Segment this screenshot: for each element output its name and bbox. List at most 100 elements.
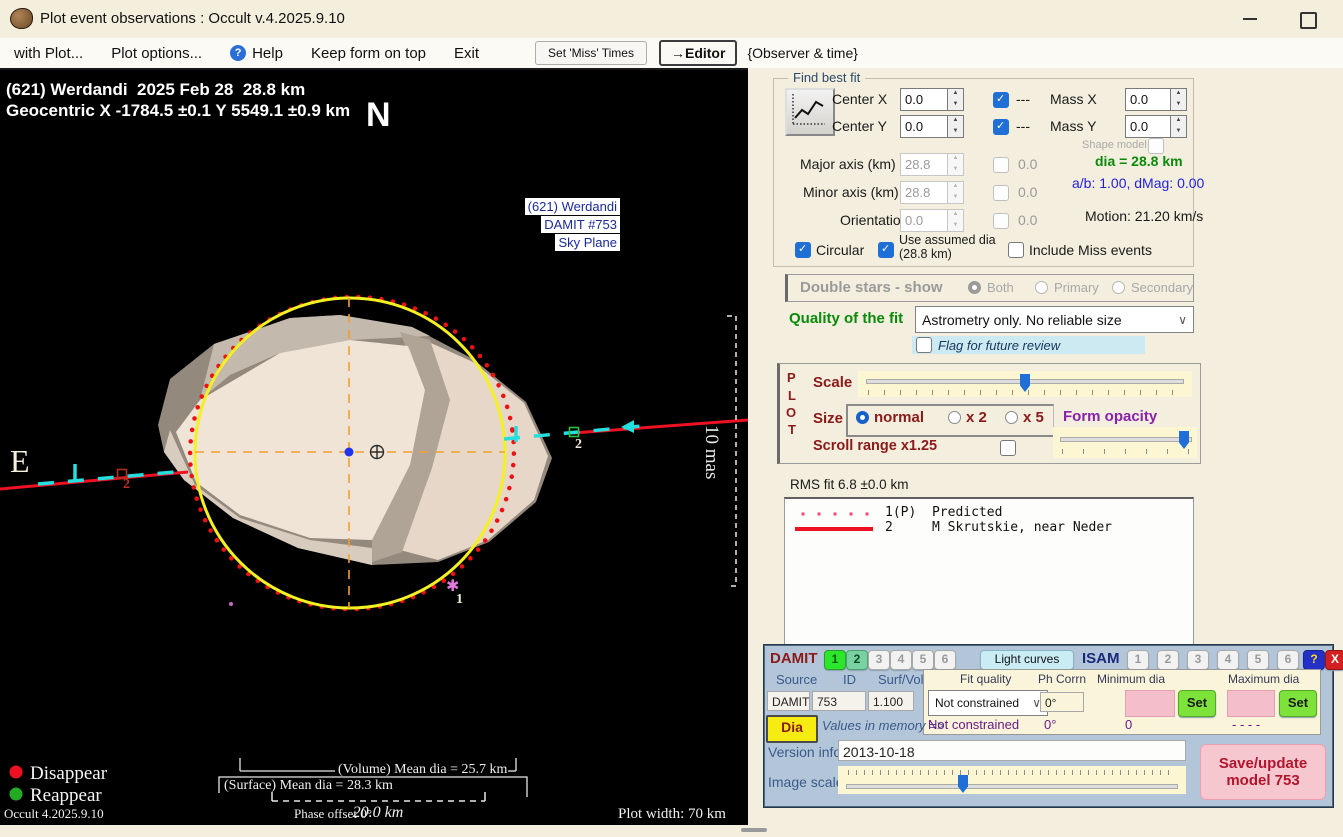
scale-slider[interactable] bbox=[858, 371, 1192, 397]
observation-row-1[interactable]: 1(P) Predicted bbox=[885, 505, 1002, 520]
isam-tab-1[interactable]: 1 bbox=[1127, 650, 1149, 670]
minimum-dia-swatch[interactable] bbox=[1125, 690, 1175, 717]
spin-down-icon[interactable] bbox=[948, 165, 963, 176]
damit-tab-4[interactable]: 4 bbox=[890, 650, 912, 670]
mass-x-spinner[interactable]: 0.0 bbox=[1125, 88, 1187, 111]
set-minimum-button[interactable]: Set bbox=[1178, 690, 1216, 717]
ph-corrn-field[interactable]: 0° bbox=[1040, 692, 1084, 712]
plot-letter-l: L bbox=[788, 388, 796, 403]
editor-button[interactable]: →Editor bbox=[659, 40, 737, 66]
center-y-checkbox[interactable] bbox=[993, 119, 1009, 135]
menu-keep-on-top[interactable]: Keep form on top bbox=[311, 45, 426, 62]
menu-plot-options[interactable]: Plot options... bbox=[111, 45, 202, 62]
isam-tab-3[interactable]: 3 bbox=[1187, 650, 1209, 670]
use-assumed-dia-checkbox[interactable] bbox=[878, 242, 894, 258]
size-normal-radio[interactable] bbox=[856, 411, 869, 424]
form-opacity-slider-thumb[interactable] bbox=[1179, 431, 1189, 449]
spin-down-icon[interactable] bbox=[1171, 100, 1186, 111]
damit-tab-2[interactable]: 2 bbox=[846, 650, 868, 670]
minor-axis-spinner[interactable]: 28.8 bbox=[900, 181, 964, 204]
spin-down-icon[interactable] bbox=[948, 127, 963, 138]
center-y-spinner[interactable]: 0.0 bbox=[900, 115, 964, 138]
center-x-dash: --- bbox=[1016, 91, 1030, 107]
spin-up-icon[interactable] bbox=[948, 89, 963, 100]
source-field[interactable]: DAMIT bbox=[767, 691, 810, 711]
version-info-field[interactable]: 2013-10-18 bbox=[838, 740, 1186, 761]
resize-grip[interactable] bbox=[741, 828, 767, 832]
plot-width-label: Plot width: 70 km bbox=[618, 806, 726, 822]
quality-dropdown[interactable]: Astrometry only. No reliable size bbox=[915, 306, 1194, 333]
observations-list[interactable]: 1(P) Predicted 2 M Skrutskie, near Neder bbox=[784, 497, 1194, 648]
isam-tab-2[interactable]: 2 bbox=[1157, 650, 1179, 670]
damit-tab-5[interactable]: 5 bbox=[912, 650, 934, 670]
window-title: Plot event observations : Occult v.4.202… bbox=[40, 10, 345, 27]
fit-quality-dropdown[interactable]: Not constrained bbox=[928, 690, 1048, 716]
double-primary-radio[interactable] bbox=[1035, 281, 1048, 294]
flag-review-checkbox[interactable] bbox=[916, 337, 932, 353]
set-maximum-button[interactable]: Set bbox=[1279, 690, 1317, 717]
spin-down-icon[interactable] bbox=[948, 193, 963, 204]
id-header: ID bbox=[843, 672, 856, 687]
double-secondary-radio[interactable] bbox=[1112, 281, 1125, 294]
spin-down-icon[interactable] bbox=[948, 100, 963, 111]
spin-up-icon[interactable] bbox=[948, 116, 963, 127]
find-best-fit-legend: Find best fit bbox=[788, 70, 865, 85]
fit-chart-button[interactable] bbox=[785, 88, 835, 136]
isam-tab-5[interactable]: 5 bbox=[1247, 650, 1269, 670]
menu-help[interactable]: Help bbox=[230, 45, 283, 62]
size-x2-radio[interactable] bbox=[948, 411, 961, 424]
major-axis-checkbox[interactable] bbox=[993, 157, 1009, 173]
center-y-dash: --- bbox=[1016, 118, 1030, 134]
menu-exit[interactable]: Exit bbox=[454, 45, 479, 62]
image-scale-slider-thumb[interactable] bbox=[958, 775, 968, 793]
maximize-button[interactable] bbox=[1300, 12, 1317, 29]
scroll-range-checkbox[interactable] bbox=[1000, 440, 1016, 456]
spin-up-icon[interactable] bbox=[948, 182, 963, 193]
center-x-spinner[interactable]: 0.0 bbox=[900, 88, 964, 111]
size-x5-radio[interactable] bbox=[1005, 411, 1018, 424]
image-scale-slider[interactable] bbox=[838, 766, 1186, 794]
save-update-model-button[interactable]: Save/update model 753 bbox=[1200, 744, 1326, 800]
asteroid-shape-model bbox=[158, 315, 552, 565]
damit-tab-1[interactable]: 1 bbox=[824, 650, 846, 670]
chord-2-label-left: 2 bbox=[123, 477, 130, 492]
damit-tab-3[interactable]: 3 bbox=[868, 650, 890, 670]
dia-button[interactable]: Dia bbox=[766, 715, 818, 743]
mass-y-spinner[interactable]: 0.0 bbox=[1125, 115, 1187, 138]
use-assumed-dia-label: Use assumed dia (28.8 km) bbox=[899, 233, 997, 261]
double-both-radio[interactable] bbox=[968, 281, 981, 294]
observation-row-2[interactable]: 2 M Skrutskie, near Neder bbox=[885, 520, 1112, 535]
circular-checkbox[interactable] bbox=[795, 242, 811, 258]
isam-tab-6[interactable]: 6 bbox=[1277, 650, 1299, 670]
minor-axis-checkbox[interactable] bbox=[993, 185, 1009, 201]
mass-y-label: Mass Y bbox=[1050, 118, 1096, 134]
isam-tab-4[interactable]: 4 bbox=[1217, 650, 1239, 670]
orientation-checkbox[interactable] bbox=[993, 213, 1009, 229]
spin-up-icon[interactable] bbox=[1171, 89, 1186, 100]
north-label: N bbox=[366, 96, 391, 134]
menu-with-plot[interactable]: with Plot... bbox=[14, 45, 83, 62]
light-curves-button[interactable]: Light curves bbox=[980, 650, 1074, 670]
minimize-button[interactable] bbox=[1243, 18, 1257, 20]
orientation-spinner[interactable]: 0.0 bbox=[900, 209, 964, 232]
damit-help-button[interactable]: ? bbox=[1303, 650, 1325, 670]
center-x-label: Center X bbox=[832, 91, 887, 107]
damit-close-button[interactable]: X bbox=[1325, 650, 1343, 670]
center-x-checkbox[interactable] bbox=[993, 92, 1009, 108]
sky-plane-plot[interactable]: ✱ (621) Werdandi 2025 Feb 28 28.8 km Geo… bbox=[0, 68, 748, 825]
major-axis-spinner[interactable]: 28.8 bbox=[900, 153, 964, 176]
spin-up-icon[interactable] bbox=[948, 154, 963, 165]
surfvol-field[interactable]: 1.100 bbox=[868, 691, 914, 711]
stray-dot bbox=[229, 602, 233, 606]
damit-tab-6[interactable]: 6 bbox=[934, 650, 956, 670]
spin-down-icon[interactable] bbox=[1171, 127, 1186, 138]
spin-up-icon[interactable] bbox=[1171, 116, 1186, 127]
shape-model-checkbox[interactable] bbox=[1148, 138, 1164, 154]
maximum-dia-swatch[interactable] bbox=[1227, 690, 1275, 717]
include-miss-checkbox[interactable] bbox=[1008, 242, 1024, 258]
form-opacity-slider[interactable] bbox=[1053, 427, 1197, 458]
set-miss-times-button[interactable]: Set 'Miss' Times bbox=[535, 41, 647, 65]
spin-down-icon[interactable] bbox=[948, 221, 963, 232]
spin-up-icon[interactable] bbox=[948, 210, 963, 221]
id-field[interactable]: 753 bbox=[812, 691, 866, 711]
